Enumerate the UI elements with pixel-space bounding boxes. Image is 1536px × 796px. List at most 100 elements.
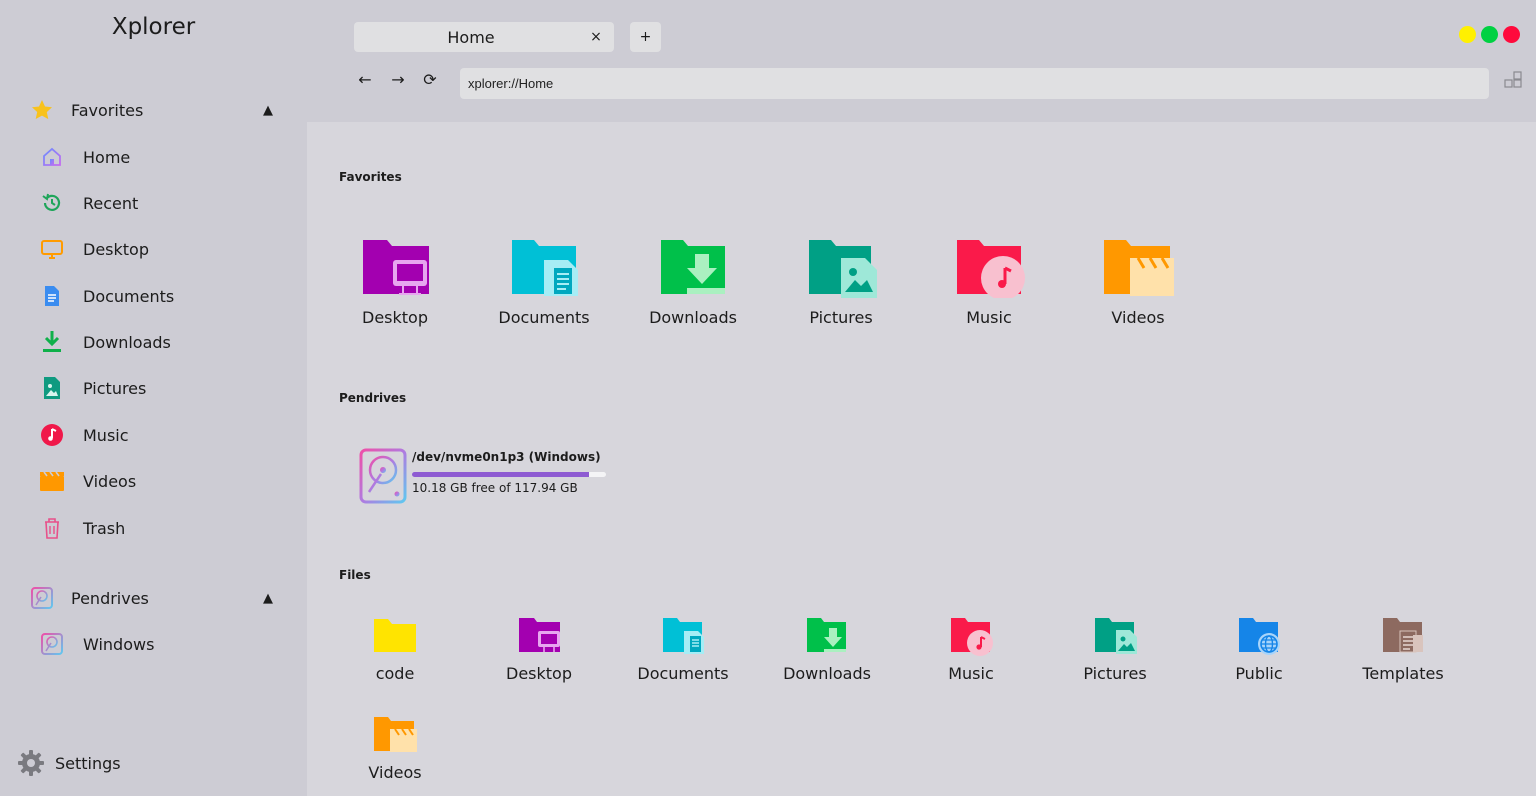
drive-usage-bar <box>412 472 606 477</box>
settings-button[interactable]: Settings <box>16 748 121 778</box>
favorite-label: Pictures <box>809 308 873 327</box>
tab-label: Home <box>447 27 495 47</box>
favorites-section-title: Favorites <box>339 170 402 184</box>
favorite-music[interactable]: Music <box>929 236 1049 327</box>
favorite-label: Music <box>966 308 1012 327</box>
sidebar-item-pictures[interactable]: Pictures <box>38 372 288 404</box>
sidebar-item-trash[interactable]: Trash <box>38 512 288 544</box>
file-label: Templates <box>1362 664 1444 683</box>
sidebar-item-recent[interactable]: Recent <box>38 187 288 219</box>
favorites-section-label: Favorites <box>71 100 144 120</box>
sidebar-item-videos[interactable]: Videos <box>38 465 288 497</box>
file-label: Videos <box>368 763 422 782</box>
sidebar-item-music[interactable]: Music <box>38 419 288 451</box>
sidebar-item-windows[interactable]: Windows <box>38 628 288 660</box>
file-item-documents[interactable]: Documents <box>623 616 743 683</box>
sidebar-item-label: Videos <box>83 471 137 491</box>
file-item-public[interactable]: Public <box>1199 616 1319 683</box>
drive-free-space: 10.18 GB free of 117.94 GB <box>412 481 578 495</box>
file-label: Public <box>1235 664 1283 683</box>
file-item-downloads[interactable]: Downloads <box>767 616 887 683</box>
recent-icon <box>38 189 66 217</box>
file-label: Documents <box>637 664 729 683</box>
collapse-arrow-icon[interactable]: ▲ <box>260 103 276 118</box>
favorite-label: Desktop <box>362 308 428 327</box>
file-item-templates[interactable]: Templates <box>1343 616 1463 683</box>
pictures-folder-icon <box>805 236 877 298</box>
drive-usage-fill <box>412 472 590 477</box>
drive-name: /dev/nvme0n1p3 (Windows) <box>412 450 601 464</box>
favorite-label: Documents <box>498 308 590 327</box>
sidebar-item-label: Downloads <box>83 332 171 352</box>
sidebar-item-label: Windows <box>83 634 155 654</box>
sidebar-item-label: Pictures <box>83 378 147 398</box>
file-item-videos[interactable]: Videos <box>335 715 455 782</box>
favorite-desktop[interactable]: Desktop <box>335 236 455 327</box>
desktop-icon <box>38 235 66 263</box>
file-item-pictures[interactable]: Pictures <box>1055 616 1175 683</box>
sidebar-item-documents[interactable]: Documents <box>38 280 288 312</box>
sidebar-item-label: Recent <box>83 193 139 213</box>
public-folder-icon <box>1236 616 1282 656</box>
star-icon <box>30 98 54 122</box>
maximize-button[interactable] <box>1481 26 1498 43</box>
file-item-desktop[interactable]: Desktop <box>479 616 599 683</box>
reload-button[interactable]: ⟳ <box>418 68 442 90</box>
downloads-icon <box>38 328 66 356</box>
downloads-folder-icon <box>804 616 850 656</box>
forward-button[interactable]: → <box>386 68 410 90</box>
music-folder-icon <box>948 616 994 656</box>
minimize-button[interactable] <box>1459 26 1476 43</box>
favorite-videos[interactable]: Videos <box>1078 236 1198 327</box>
file-label: Pictures <box>1083 664 1147 683</box>
drive-icon <box>30 586 54 610</box>
music-folder-icon <box>953 236 1025 300</box>
sidebar-item-label: Desktop <box>83 239 149 259</box>
file-label: Desktop <box>506 664 572 683</box>
favorites-section-header[interactable]: Favorites ▲ <box>30 95 280 125</box>
drive-card-windows[interactable]: /dev/nvme0n1p3 (Windows) 10.18 GB free o… <box>359 448 619 504</box>
favorite-documents[interactable]: Documents <box>484 236 604 327</box>
favorite-downloads[interactable]: Downloads <box>633 236 753 327</box>
home-icon <box>38 143 66 171</box>
file-label: code <box>375 664 415 683</box>
layout-toggle-icon[interactable] <box>1504 71 1522 89</box>
sidebar-item-label: Documents <box>83 286 175 306</box>
file-label: Music <box>948 664 994 683</box>
gear-icon <box>16 748 46 778</box>
main-content: Favorites Desktop Documents Downloads Pi… <box>307 122 1536 796</box>
trash-icon <box>38 514 66 542</box>
sidebar-item-downloads[interactable]: Downloads <box>38 326 288 358</box>
back-button[interactable]: ← <box>353 68 377 90</box>
pendrives-section-title: Pendrives <box>339 391 407 405</box>
collapse-arrow-icon[interactable]: ▲ <box>260 591 276 606</box>
tab-home[interactable]: Home × <box>354 22 614 52</box>
file-item-code[interactable]: code <box>335 616 455 683</box>
app-title: Xplorer <box>111 14 196 40</box>
file-item-music[interactable]: Music <box>911 616 1031 683</box>
pictures-icon <box>38 374 66 402</box>
sidebar-item-label: Music <box>83 425 129 445</box>
favorite-label: Videos <box>1111 308 1165 327</box>
sidebar-item-label: Trash <box>83 518 126 538</box>
address-bar[interactable] <box>460 68 1489 99</box>
sidebar-item-desktop[interactable]: Desktop <box>38 233 288 265</box>
pendrives-section-label: Pendrives <box>71 588 149 608</box>
files-section-title: Files <box>339 568 371 582</box>
drive-icon <box>38 630 66 658</box>
videos-icon <box>38 467 66 495</box>
close-window-button[interactable] <box>1503 26 1520 43</box>
new-tab-button[interactable]: + <box>630 22 661 52</box>
documents-folder-icon <box>660 616 706 656</box>
pictures-folder-icon <box>1092 616 1138 656</box>
close-tab-icon[interactable]: × <box>578 29 614 45</box>
pendrives-section-header[interactable]: Pendrives ▲ <box>30 583 280 613</box>
folder-icon <box>372 616 418 656</box>
favorite-pictures[interactable]: Pictures <box>781 236 901 327</box>
sidebar: Xplorer Favorites ▲ Home Recent Desktop … <box>0 0 307 796</box>
sidebar-item-home[interactable]: Home <box>38 141 288 173</box>
desktop-folder-icon <box>359 236 431 298</box>
desktop-folder-icon <box>516 616 562 656</box>
file-label: Downloads <box>783 664 871 683</box>
music-icon <box>38 421 66 449</box>
